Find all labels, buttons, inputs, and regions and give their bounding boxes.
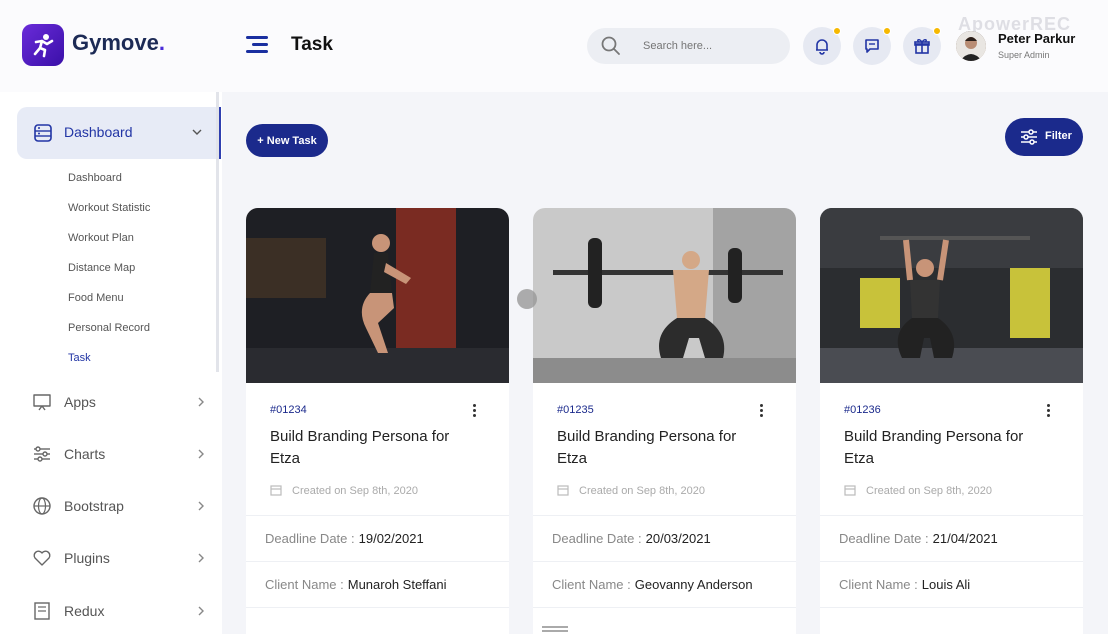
task-card[interactable]: #01236 Build Branding Persona for Etza C… bbox=[820, 208, 1083, 634]
search-input[interactable] bbox=[643, 36, 773, 56]
notification-dot bbox=[933, 27, 941, 35]
notification-dot bbox=[883, 27, 891, 35]
divider bbox=[820, 561, 1083, 562]
task-card[interactable]: #01234 Build Branding Persona for Etza C… bbox=[246, 208, 509, 634]
client-row: Client Name : Louis Ali bbox=[839, 577, 971, 592]
client-row: Client Name : Munaroh Steffani bbox=[265, 577, 447, 592]
menu-toggle-icon[interactable] bbox=[246, 36, 268, 54]
task-title[interactable]: Build Branding Persona for Etza bbox=[270, 426, 470, 470]
notifications-button[interactable] bbox=[803, 27, 841, 65]
submenu-workout-statistic[interactable]: Workout Statistic bbox=[68, 202, 150, 214]
task-title[interactable]: Build Branding Persona for Etza bbox=[844, 426, 1044, 470]
task-created: Created on Sep 8th, 2020 bbox=[270, 484, 418, 497]
sidebar-item-label: Redux bbox=[64, 603, 105, 619]
filter-label: Filter bbox=[1045, 130, 1072, 142]
divider bbox=[533, 561, 796, 562]
resize-handle[interactable] bbox=[542, 626, 568, 632]
divider bbox=[246, 561, 509, 562]
page-title: Task bbox=[291, 34, 333, 55]
sidebar: Dashboard Dashboard Workout Statistic Wo… bbox=[0, 92, 222, 634]
submenu-food-menu[interactable]: Food Menu bbox=[68, 292, 124, 304]
deadline-row: Deadline Date :21/04/2021 bbox=[839, 531, 998, 546]
new-task-button[interactable]: + New Task bbox=[246, 124, 328, 157]
dashboard-icon bbox=[34, 124, 52, 142]
chevron-right-icon bbox=[198, 501, 204, 511]
more-options-icon[interactable] bbox=[759, 404, 765, 420]
submenu-dashboard[interactable]: Dashboard bbox=[68, 172, 122, 184]
sidebar-item-dashboard[interactable]: Dashboard bbox=[17, 107, 221, 159]
sidebar-item-redux[interactable]: Redux bbox=[32, 599, 212, 623]
filter-button[interactable]: Filter bbox=[1005, 118, 1083, 156]
sidebar-item-plugins[interactable]: Plugins bbox=[32, 546, 212, 570]
user-name[interactable]: Peter Parkur bbox=[998, 31, 1075, 46]
carousel-handle[interactable] bbox=[517, 289, 537, 309]
sidebar-item-charts[interactable]: Charts bbox=[32, 442, 212, 466]
avatar[interactable] bbox=[956, 31, 986, 61]
top-header: Gymove. Task ApowerREC Peter Parkur Supe… bbox=[0, 0, 1108, 92]
task-id: #01236 bbox=[844, 404, 881, 416]
deadline-row: Deadline Date :20/03/2021 bbox=[552, 531, 711, 546]
sidebar-item-label: Apps bbox=[64, 394, 96, 410]
globe-icon bbox=[33, 497, 51, 515]
gift-icon bbox=[914, 39, 930, 54]
sidebar-item-label: Plugins bbox=[64, 550, 110, 566]
calendar-icon bbox=[844, 485, 856, 496]
calendar-icon bbox=[270, 485, 282, 496]
search-box[interactable] bbox=[587, 28, 790, 64]
more-options-icon[interactable] bbox=[1046, 404, 1052, 420]
deadline-row: Deadline Date :19/02/2021 bbox=[265, 531, 424, 546]
document-icon bbox=[34, 602, 50, 620]
task-photo bbox=[246, 208, 509, 383]
submenu-workout-plan[interactable]: Workout Plan bbox=[68, 232, 134, 244]
client-row: Client Name : Geovanny Anderson bbox=[552, 577, 753, 592]
calendar-icon bbox=[557, 485, 569, 496]
task-photo bbox=[820, 208, 1083, 383]
submenu-task[interactable]: Task bbox=[68, 352, 91, 364]
divider bbox=[533, 515, 796, 516]
sidebar-item-apps[interactable]: Apps bbox=[32, 390, 212, 414]
divider bbox=[246, 515, 509, 516]
sidebar-item-label: Dashboard bbox=[64, 124, 133, 140]
filter-icon bbox=[1021, 129, 1037, 145]
logo-icon[interactable] bbox=[22, 24, 64, 66]
more-options-icon[interactable] bbox=[472, 404, 478, 420]
search-icon bbox=[601, 36, 620, 55]
chevron-right-icon bbox=[198, 606, 204, 616]
sidebar-scrollbar[interactable] bbox=[216, 92, 219, 372]
bell-icon bbox=[816, 39, 828, 55]
chevron-right-icon bbox=[198, 397, 204, 407]
divider bbox=[533, 607, 796, 608]
notification-dot bbox=[833, 27, 841, 35]
task-id: #01235 bbox=[557, 404, 594, 416]
chevron-down-icon bbox=[192, 129, 202, 135]
chevron-right-icon bbox=[198, 553, 204, 563]
divider bbox=[820, 607, 1083, 608]
sidebar-item-label: Bootstrap bbox=[64, 498, 124, 514]
monitor-icon bbox=[33, 394, 51, 411]
task-created: Created on Sep 8th, 2020 bbox=[844, 484, 992, 497]
sidebar-item-bootstrap[interactable]: Bootstrap bbox=[32, 494, 212, 518]
task-card[interactable]: #01235 Build Branding Persona for Etza C… bbox=[533, 208, 796, 634]
messages-button[interactable] bbox=[853, 27, 891, 65]
submenu-personal-record[interactable]: Personal Record bbox=[68, 322, 150, 334]
brand-name[interactable]: Gymove. bbox=[72, 30, 165, 56]
user-role: Super Admin bbox=[998, 50, 1050, 60]
heart-icon bbox=[33, 550, 51, 566]
sliders-icon bbox=[34, 446, 50, 462]
gifts-button[interactable] bbox=[903, 27, 941, 65]
task-id: #01234 bbox=[270, 404, 307, 416]
submenu-distance-map[interactable]: Distance Map bbox=[68, 262, 135, 274]
task-title[interactable]: Build Branding Persona for Etza bbox=[557, 426, 757, 470]
divider bbox=[820, 515, 1083, 516]
task-photo bbox=[533, 208, 796, 383]
chat-icon bbox=[865, 39, 879, 53]
chevron-right-icon bbox=[198, 449, 204, 459]
divider bbox=[246, 607, 509, 608]
task-created: Created on Sep 8th, 2020 bbox=[557, 484, 705, 497]
sidebar-item-label: Charts bbox=[64, 446, 106, 462]
